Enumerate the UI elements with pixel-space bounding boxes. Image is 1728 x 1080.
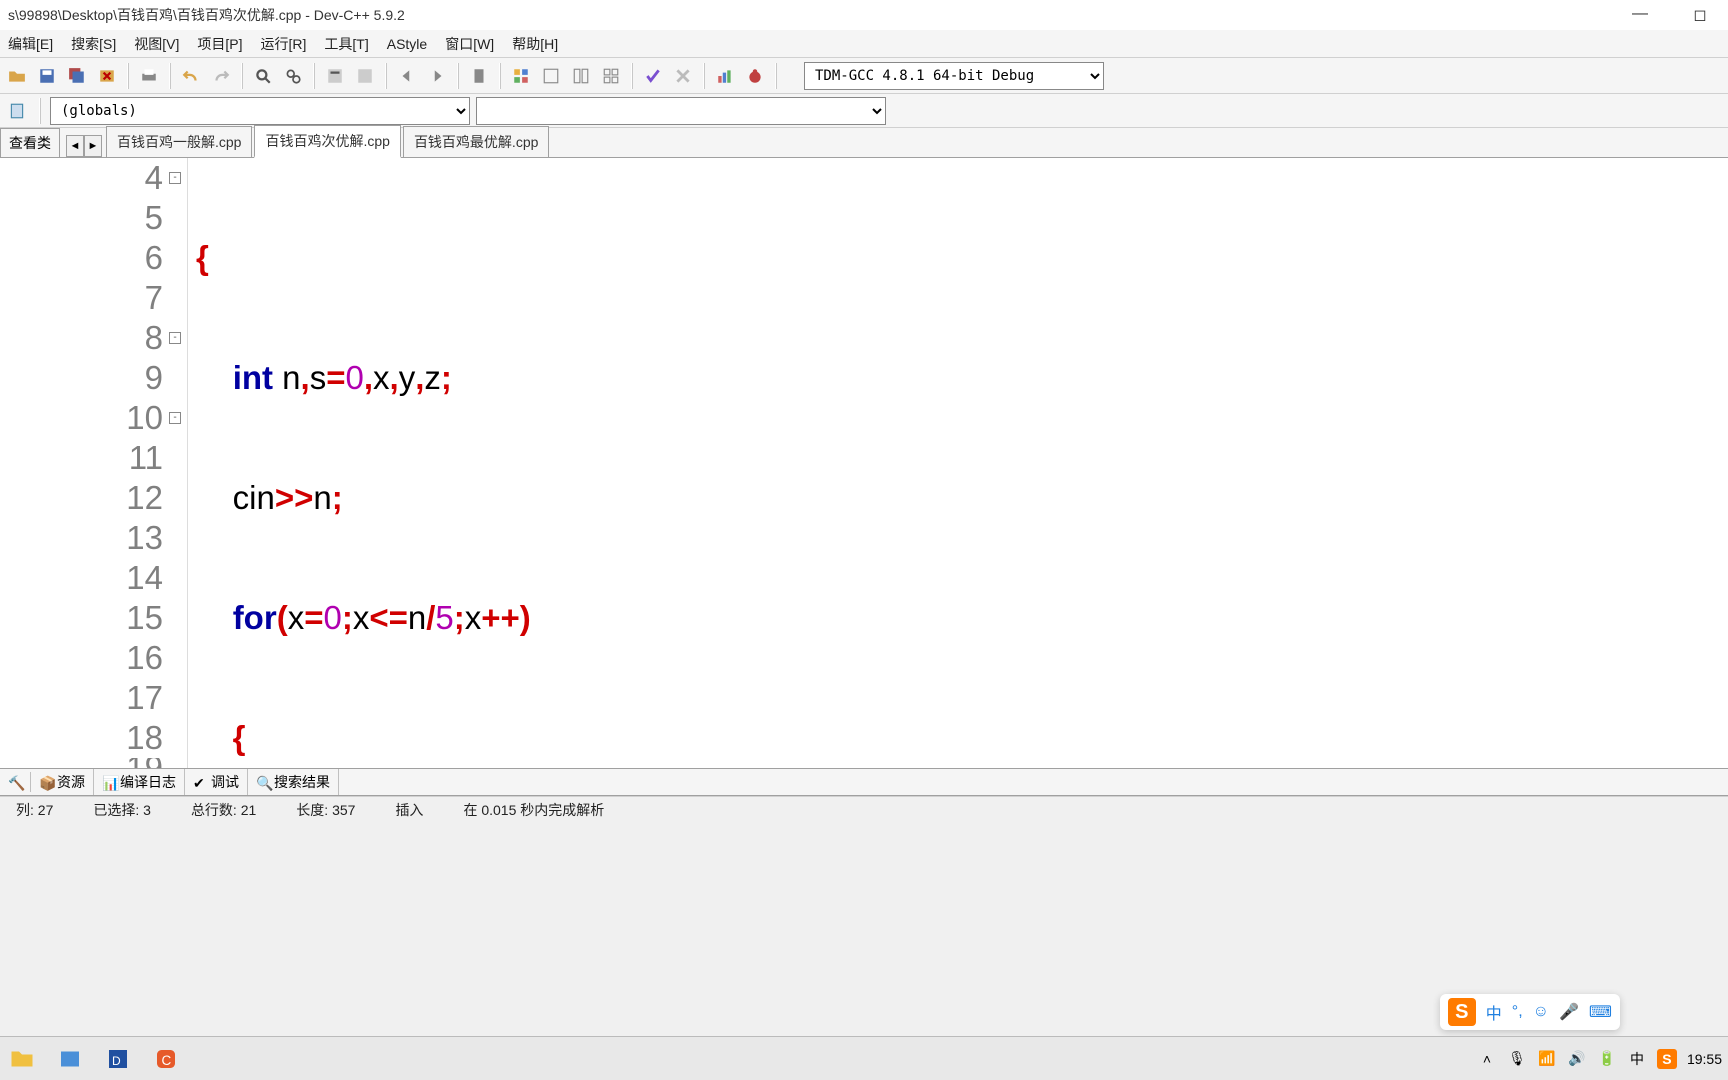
tab-prev-icon[interactable]: ◄ — [66, 135, 84, 157]
main-toolbar: TDM-GCC 4.8.1 64-bit Debug — [0, 58, 1728, 94]
battery-icon[interactable]: 🔋 — [1597, 1049, 1617, 1069]
compile-tab[interactable]: 🔨 — [0, 772, 31, 792]
file-tab-1[interactable]: 百钱百鸡一般解.cpp — [106, 126, 252, 157]
maximize-button[interactable]: ◻ — [1680, 5, 1720, 25]
status-lines: 总行数: 21 — [183, 800, 264, 820]
ime-keyboard-icon[interactable]: ⌨ — [1589, 1002, 1612, 1022]
compile-log-tab[interactable]: 📊编译日志 — [94, 769, 185, 795]
goto-icon[interactable] — [4, 98, 30, 124]
app1-icon[interactable] — [54, 1043, 86, 1075]
menu-run[interactable]: 运行[R] — [259, 32, 309, 56]
undo-icon[interactable] — [178, 63, 204, 89]
print-icon[interactable] — [136, 63, 162, 89]
ime-tray-icon[interactable]: 中 — [1627, 1049, 1647, 1069]
function-select[interactable] — [476, 97, 886, 125]
menu-tools[interactable]: 工具[T] — [322, 32, 370, 56]
grid3-icon[interactable] — [568, 63, 594, 89]
status-col: 列: 27 — [8, 800, 61, 820]
chart-icon[interactable] — [712, 63, 738, 89]
open-icon[interactable] — [4, 63, 30, 89]
forward-icon[interactable] — [424, 63, 450, 89]
tab-row: 查看类 ◄ ► 百钱百鸡一般解.cpp 百钱百鸡次优解.cpp 百钱百鸡最优解.… — [0, 128, 1728, 158]
bug-icon[interactable] — [742, 63, 768, 89]
status-sel: 已选择: 3 — [85, 800, 159, 820]
tab-next-icon[interactable]: ► — [84, 135, 102, 157]
save-icon[interactable] — [34, 63, 60, 89]
file-tab-3[interactable]: 百钱百鸡最优解.cpp — [403, 126, 549, 157]
menu-project[interactable]: 项目[P] — [195, 32, 244, 56]
debug-tab[interactable]: ✔调试 — [185, 769, 248, 795]
close-file-icon[interactable] — [94, 63, 120, 89]
status-bar: 列: 27 已选择: 3 总行数: 21 长度: 357 插入 在 0.015 … — [0, 796, 1728, 822]
menu-bar: 编辑[E] 搜索[S] 视图[V] 项目[P] 运行[R] 工具[T] ASty… — [0, 30, 1728, 58]
menu-edit[interactable]: 编辑[E] — [6, 32, 55, 56]
ime-mic-icon[interactable]: 🎤 — [1559, 1002, 1579, 1022]
secondary-toolbar: (globals) — [0, 94, 1728, 128]
wifi-icon[interactable]: 📶 — [1537, 1049, 1557, 1069]
grid1-icon[interactable] — [508, 63, 534, 89]
bookmark-icon[interactable] — [466, 63, 492, 89]
menu-search[interactable]: 搜索[S] — [69, 32, 118, 56]
ime-punct[interactable]: °, — [1512, 1003, 1523, 1021]
resource-tab[interactable]: 📦资源 — [31, 769, 94, 795]
status-ins: 插入 — [387, 800, 431, 820]
back-icon[interactable] — [394, 63, 420, 89]
find-icon[interactable] — [250, 63, 276, 89]
windows-taskbar: D C ˄ 🎙 📶 🔊 🔋 中 S 19:55 — [0, 1036, 1728, 1080]
resource-icon: 📦 — [39, 775, 53, 789]
menu-help[interactable]: 帮助[H] — [510, 32, 560, 56]
clock[interactable]: 19:55 — [1687, 1051, 1722, 1067]
devcpp-icon[interactable]: D — [102, 1043, 134, 1075]
menu-view[interactable]: 视图[V] — [132, 32, 181, 56]
ime-lang[interactable]: 中 — [1486, 1000, 1502, 1024]
window-title: s\99898\Desktop\百钱百鸡\百钱百鸡次优解.cpp - Dev-C… — [8, 5, 405, 25]
grid4-icon[interactable] — [598, 63, 624, 89]
search-icon: 🔍 — [256, 775, 270, 789]
title-bar: s\99898\Desktop\百钱百鸡\百钱百鸡次优解.cpp - Dev-C… — [0, 0, 1728, 30]
line-gutter: 4- 5 6 7 8- 9 10- 11 12 13 14 15 16 17 1… — [0, 158, 188, 768]
menu-astyle[interactable]: AStyle — [385, 34, 429, 54]
code-editor[interactable]: 4- 5 6 7 8- 9 10- 11 12 13 14 15 16 17 1… — [0, 158, 1728, 768]
menu-window[interactable]: 窗口[W] — [443, 32, 496, 56]
search-result-tab[interactable]: 🔍搜索结果 — [248, 769, 339, 795]
check-icon: ✔ — [193, 775, 207, 789]
cancel-icon[interactable] — [670, 63, 696, 89]
compile-icon[interactable] — [322, 63, 348, 89]
check-icon[interactable] — [640, 63, 666, 89]
svg-text:D: D — [112, 1054, 121, 1068]
minimize-button[interactable]: — — [1620, 5, 1660, 25]
file-tab-2[interactable]: 百钱百鸡次优解.cpp — [254, 125, 400, 158]
camtasia-icon[interactable]: C — [150, 1043, 182, 1075]
explorer-icon[interactable] — [6, 1043, 38, 1075]
hammer-icon: 🔨 — [8, 775, 22, 789]
code-area[interactable]: { int n,s=0,x,y,z; cin>>n; for(x=0;x<=n/… — [188, 158, 1728, 768]
redo-icon[interactable] — [208, 63, 234, 89]
volume-icon[interactable]: 🔊 — [1567, 1049, 1587, 1069]
replace-icon[interactable] — [280, 63, 306, 89]
status-parse: 在 0.015 秒内完成解析 — [455, 800, 612, 820]
saveall-icon[interactable] — [64, 63, 90, 89]
class-view-tab[interactable]: 查看类 — [0, 128, 60, 157]
compiler-select[interactable]: TDM-GCC 4.8.1 64-bit Debug — [804, 62, 1104, 90]
bottom-tab-bar: 🔨 📦资源 📊编译日志 ✔调试 🔍搜索结果 — [0, 768, 1728, 796]
sogou-tray-icon[interactable]: S — [1657, 1049, 1677, 1069]
globals-select[interactable]: (globals) — [50, 97, 470, 125]
status-len: 长度: 357 — [288, 800, 363, 820]
tray-chevron-icon[interactable]: ˄ — [1477, 1049, 1497, 1069]
grid2-icon[interactable] — [538, 63, 564, 89]
ime-toolbar[interactable]: S 中 °, ☺ 🎤 ⌨ — [1440, 994, 1620, 1030]
mic-tray-icon[interactable]: 🎙 — [1507, 1049, 1527, 1069]
svg-text:C: C — [162, 1053, 172, 1068]
ime-face-icon[interactable]: ☺ — [1533, 1003, 1549, 1021]
run-icon[interactable] — [352, 63, 378, 89]
sogou-logo-icon[interactable]: S — [1448, 998, 1476, 1026]
log-chart-icon: 📊 — [102, 775, 116, 789]
